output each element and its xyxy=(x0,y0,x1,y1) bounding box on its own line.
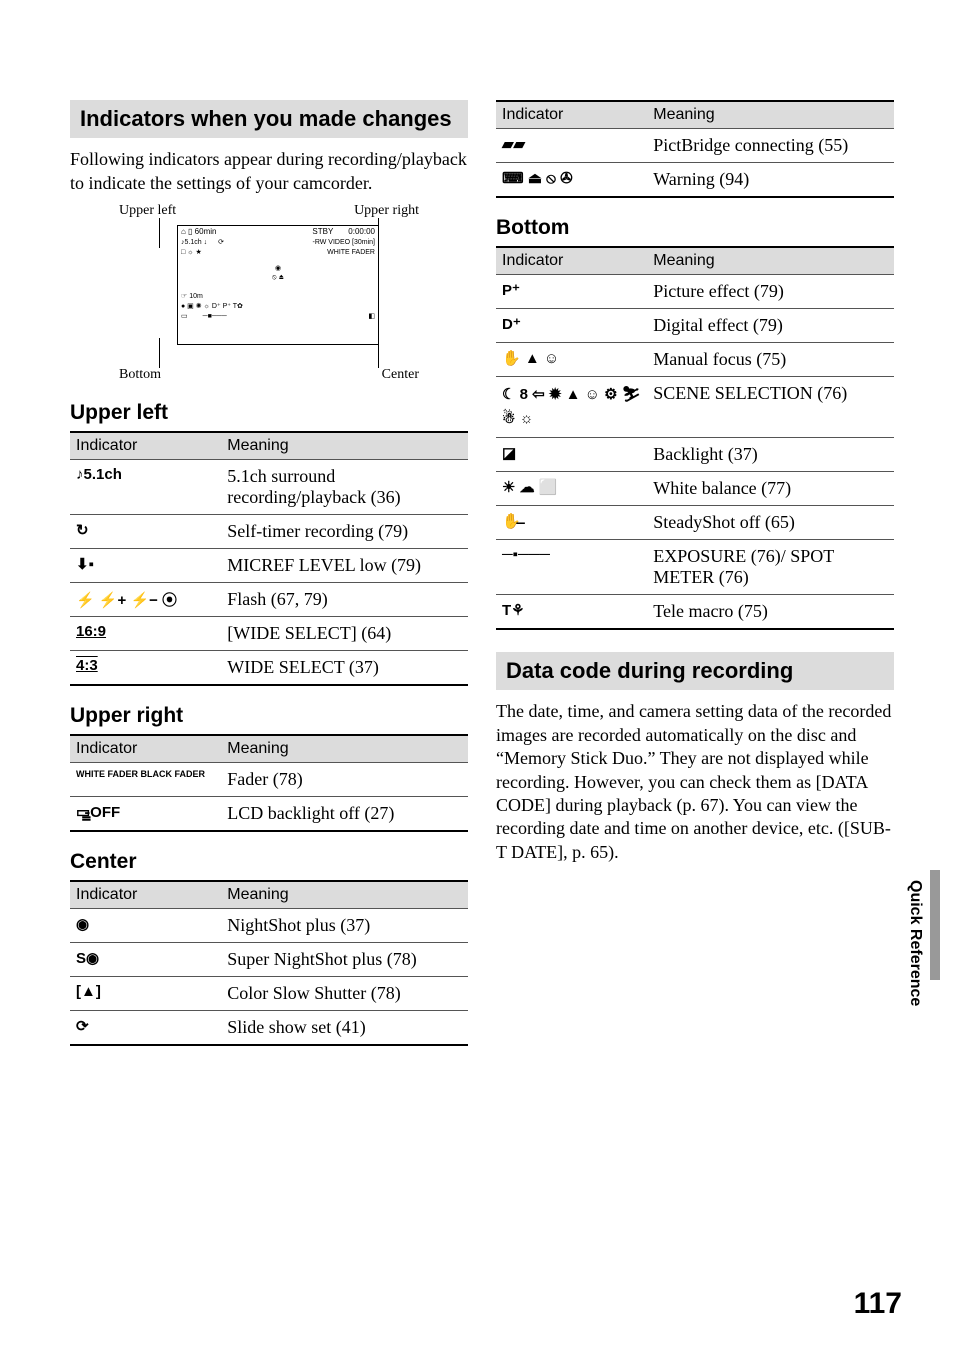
side-tab-label: Quick Reference xyxy=(906,880,924,1006)
table-center-continued: IndicatorMeaning ▰▰PictBridge connecting… xyxy=(496,100,894,198)
callout-bottom: Bottom xyxy=(119,367,161,383)
table-upper-left: IndicatorMeaning ♪5.1ch5.1ch surround re… xyxy=(70,431,468,686)
heading-center: Center xyxy=(70,850,468,874)
side-marker xyxy=(930,870,940,980)
table-bottom: IndicatorMeaning P⁺Picture effect (79) D… xyxy=(496,246,894,630)
changes-intro: Following indicators appear during recor… xyxy=(70,148,468,195)
table-upper-right: IndicatorMeaning WHITE FADER BLACK FADER… xyxy=(70,734,468,832)
lcd-screen: ⌂ ▯ 60minSTBY0:00:00 ♪5.1ch ↓⟳-RW VIDEO … xyxy=(177,225,379,345)
callout-upper-right: Upper right xyxy=(354,203,419,219)
callout-center: Center xyxy=(382,367,419,383)
lcd-diagram: Upper left Upper right Bottom Center ⌂ ▯… xyxy=(119,203,419,383)
heading-bottom: Bottom xyxy=(496,216,894,240)
heading-upper-right: Upper right xyxy=(70,704,468,728)
datacode-body: The date, time, and camera setting data … xyxy=(496,700,894,864)
section-title-changes: Indicators when you made changes xyxy=(70,100,468,138)
right-column: IndicatorMeaning ▰▰PictBridge connecting… xyxy=(496,100,894,1046)
callout-upper-left: Upper left xyxy=(119,203,176,219)
section-title-datacode: Data code during recording xyxy=(496,652,894,690)
table-center: IndicatorMeaning ◉NightShot plus (37) S◉… xyxy=(70,880,468,1046)
heading-upper-left: Upper left xyxy=(70,401,468,425)
left-column: Indicators when you made changes Followi… xyxy=(70,100,468,1046)
page-number: 117 xyxy=(854,1287,902,1321)
